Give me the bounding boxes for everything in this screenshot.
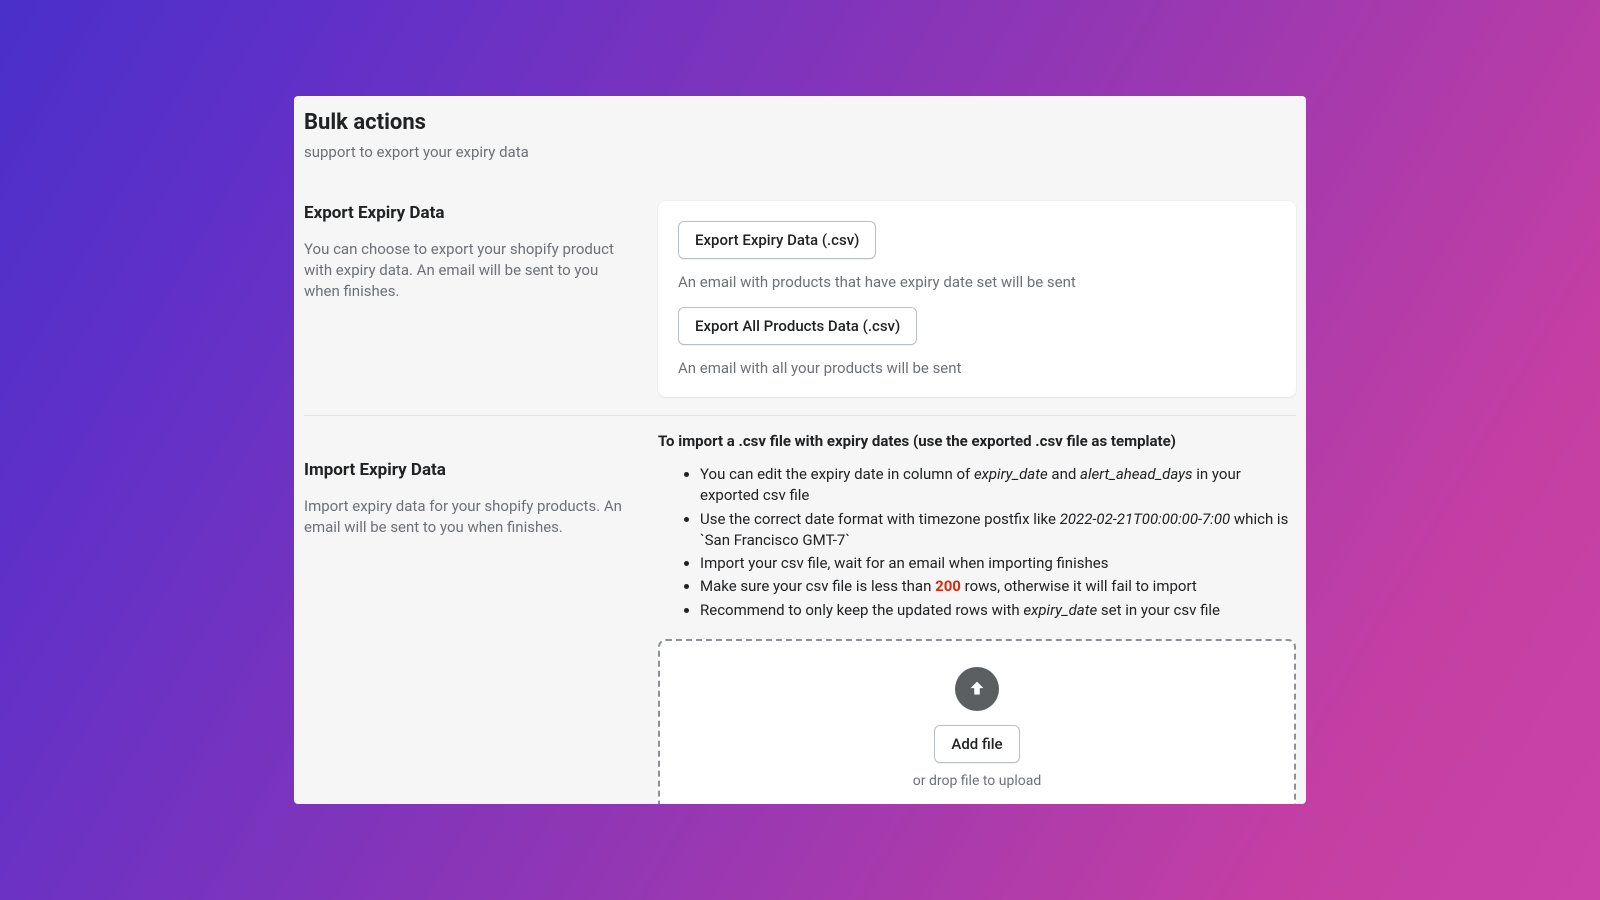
export-section-info: Export Expiry Data You can choose to exp…: [304, 201, 630, 302]
export-expiry-helper: An email with products that have expiry …: [678, 273, 1276, 291]
export-section-desc: You can choose to export your shopify pr…: [304, 239, 630, 302]
export-section: Export Expiry Data You can choose to exp…: [304, 183, 1296, 397]
export-card: Export Expiry Data (.csv) An email with …: [658, 201, 1296, 397]
export-all-helper: An email with all your products will be …: [678, 359, 1276, 377]
list-item: Import your csv file, wait for an email …: [700, 553, 1296, 574]
add-file-button[interactable]: Add file: [934, 725, 1019, 763]
list-item: Recommend to only keep the updated rows …: [700, 600, 1296, 621]
import-section: Import Expiry Data Import expiry data fo…: [304, 416, 1296, 804]
export-all-button[interactable]: Export All Products Data (.csv): [678, 307, 917, 345]
export-section-title: Export Expiry Data: [304, 201, 630, 223]
list-item: You can edit the expiry date in column o…: [700, 464, 1296, 507]
list-item: Make sure your csv file is less than 200…: [700, 576, 1296, 597]
settings-panel: Bulk actions support to export your expi…: [294, 96, 1306, 804]
page-subtitle: support to export your expiry data: [304, 143, 1296, 161]
import-instructions-list: You can edit the expiry date in column o…: [658, 464, 1296, 621]
import-section-desc: Import expiry data for your shopify prod…: [304, 496, 630, 538]
file-dropzone[interactable]: Add file or drop file to upload: [658, 639, 1296, 804]
drop-hint-text: or drop file to upload: [913, 773, 1041, 789]
page-title: Bulk actions: [304, 110, 1296, 135]
import-instructions-heading: To import a .csv file with expiry dates …: [658, 432, 1296, 450]
upload-arrow-icon: [955, 667, 999, 711]
export-expiry-button[interactable]: Export Expiry Data (.csv): [678, 221, 876, 259]
import-section-info: Import Expiry Data Import expiry data fo…: [304, 432, 630, 538]
import-section-title: Import Expiry Data: [304, 458, 630, 480]
list-item: Use the correct date format with timezon…: [700, 509, 1296, 552]
row-limit-value: 200: [935, 577, 961, 595]
